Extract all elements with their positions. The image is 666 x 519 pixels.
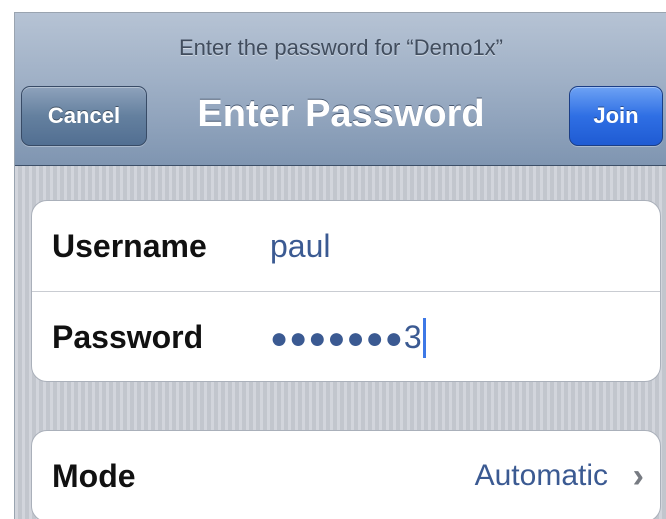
chevron-right-icon: › (632, 457, 644, 495)
username-label: Username (52, 228, 207, 264)
username-field[interactable]: paul (270, 201, 331, 291)
password-last-char: 3 (403, 319, 422, 355)
password-screen: Enter the password for “Demo1x” Cancel E… (14, 12, 666, 519)
username-row[interactable]: Username paul (32, 201, 660, 291)
mode-value: Automatic (474, 459, 608, 492)
credentials-group: Username paul Password ●●●●●●●3 (31, 200, 661, 382)
password-mask: ●●●●●●● (270, 322, 404, 355)
mode-label: Mode (52, 458, 136, 494)
password-row[interactable]: Password ●●●●●●●3 (32, 291, 660, 381)
navigation-bar: Enter the password for “Demo1x” Cancel E… (15, 13, 666, 166)
text-cursor (422, 317, 426, 358)
mode-row[interactable]: Mode Automatic › (32, 431, 660, 519)
network-prompt: Enter the password for “Demo1x” (178, 35, 504, 60)
join-button[interactable]: Join (569, 86, 663, 146)
password-label: Password (52, 319, 204, 355)
mode-group: Mode Automatic › (31, 430, 661, 519)
form-area: Username paul Password ●●●●●●●3 Mode Aut… (15, 166, 666, 519)
password-field[interactable]: ●●●●●●●3 (270, 292, 426, 381)
